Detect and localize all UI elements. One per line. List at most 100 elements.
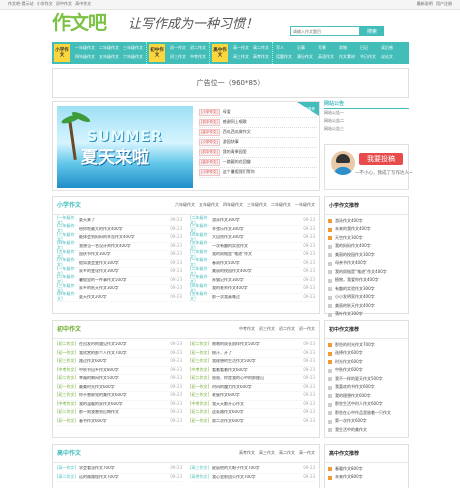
nav-item[interactable]: 满分作文 — [297, 53, 313, 62]
tab[interactable]: 二年级作文 — [271, 202, 291, 208]
ad-banner[interactable]: 广告位一（960*85） — [52, 68, 409, 98]
side-list-item[interactable]: 选择作文600字 — [328, 350, 405, 359]
latest-notice-link[interactable]: 最新说明 — [417, 1, 433, 6]
side-list-item[interactable]: 第一次作文600字 — [328, 418, 405, 427]
side-list-item[interactable]: 我生活中的美作文 — [328, 426, 405, 435]
side-item-title[interactable]: 我生活中的美作文 — [335, 427, 367, 433]
item-title[interactable]: 一次有趣的实验作文 — [212, 244, 301, 249]
side-list-item[interactable]: 美丽的校园作文300字 — [328, 251, 405, 260]
search-input[interactable] — [290, 26, 360, 36]
nav-item[interactable]: 初二作文 — [190, 44, 206, 53]
tab[interactable]: 五年级作文 — [199, 202, 219, 208]
list-item[interactable]: [初二作文] 在出发时的遇见作文500字 09-23 — [57, 341, 182, 350]
side-item-title[interactable]: 我不一样的夏天作文500字 — [335, 376, 383, 382]
notice-item[interactable]: 网站公告三 — [324, 125, 409, 133]
notice-item[interactable]: 网站公告一 — [324, 109, 409, 117]
nav-item[interactable]: 一年级作文 — [75, 44, 95, 53]
top-link-middle[interactable]: 初中作文 — [56, 1, 72, 6]
list-item[interactable]: [初二作文] 这条路作文600字 09-23 — [190, 409, 315, 418]
list-item[interactable]: [中考作文] 我的温暖的家作文600字 09-23 — [57, 401, 182, 409]
list-item[interactable]: [中考作文] 看着看着作文600字 09-23 — [190, 367, 315, 375]
side-list-item[interactable]: 那些在心中作品里放着一只作文 — [328, 409, 405, 418]
item-title[interactable]: 老屋作文600字 — [212, 393, 301, 398]
list-item[interactable]: [高考作文] 我心里那团火作文700字 09-23 — [190, 474, 315, 482]
summer-banner-image[interactable]: SUMMER 夏天来啦 — [57, 106, 193, 188]
list-item[interactable]: [初一作文] 最美时光作文600字 09-23 — [57, 384, 182, 392]
tab[interactable]: 初一作文 — [299, 326, 315, 332]
side-item-title[interactable]: 选择作文600字 — [335, 351, 363, 356]
item-title[interactable]: 国庆节作文300字 — [79, 252, 168, 257]
side-list-item[interactable]: 美丽的秋天作文400字 — [328, 302, 405, 311]
list-item[interactable]: [初一作文] 擦汗，开了 09-23 — [190, 350, 315, 358]
side-list-item[interactable]: 未来作文800字 — [328, 474, 405, 483]
side-item-title[interactable]: 有趣的实验作文300字 — [335, 286, 375, 292]
item-title[interactable]: 嗯嗯的成长陪伴作文500字 — [212, 342, 301, 347]
side-item-title[interactable]: 我的妈妈作文400字 — [335, 244, 371, 249]
item-title[interactable]: 春雨作文500字 — [212, 261, 301, 266]
item-title[interactable]: 夏天来了 — [79, 218, 168, 223]
nav-item[interactable]: 写人 — [276, 44, 292, 53]
search-button[interactable]: 搜索 — [360, 26, 384, 36]
nav-item[interactable]: 高三作文 — [233, 53, 249, 62]
tab[interactable]: 三年级作文 — [247, 202, 267, 208]
item-title[interactable]: 暑假里的一件事作文500字 — [79, 278, 168, 283]
item-title[interactable]: 感谢同上唱歌 — [223, 119, 247, 125]
side-item-title[interactable]: 母亲节作文400字 — [335, 261, 367, 266]
tab[interactable]: 高考作文 — [239, 450, 255, 456]
notice-item[interactable]: 网站公告二 — [324, 117, 409, 125]
side-list-item[interactable]: 那些的时光作文700字 — [328, 341, 405, 350]
list-item[interactable]: [初一作文] 春节作文600字 09-23 — [57, 418, 182, 426]
item-title[interactable]: 最美时光作文600字 — [79, 385, 168, 390]
nav-item[interactable]: 三年级作文 — [123, 44, 143, 53]
side-item-title[interactable]: 春暖作文800字 — [335, 466, 363, 472]
top-link-primary[interactable]: 小学作文 — [37, 1, 53, 6]
item-title[interactable]: 我欣赏的那个人作文700字 — [79, 351, 168, 356]
site-logo[interactable]: 作文吧 — [52, 12, 107, 35]
side-list-item[interactable]: 小小发明家作文400字 — [328, 294, 405, 303]
nav-item[interactable]: 节日作文 — [360, 53, 376, 62]
side-item-title[interactable]: 中秋作文600字 — [335, 368, 363, 373]
item-title[interactable]: 爸爸、你是我的心中的那座山 — [212, 376, 301, 381]
item-title[interactable]: 我的老师作文400字 — [212, 286, 301, 291]
item-title[interactable]: 中秋节回乡作文800字 — [79, 368, 168, 373]
list-item[interactable]: [小学作文] 这个暑假我们等你 — [199, 168, 317, 178]
side-item-title[interactable]: 游泳作文400字 — [335, 218, 363, 224]
list-item[interactable]: [高一作文] 学会看淡作文700字 09-23 — [57, 465, 182, 474]
nav-primary-label[interactable]: 小学作文 — [54, 44, 70, 62]
item-title[interactable]: 辛弦乐作文300字 — [212, 227, 301, 232]
list-item[interactable]: [初一作文] 我欣赏的那个人作文700字 09-23 — [57, 350, 182, 358]
item-title[interactable]: 我心里那团火作文700字 — [212, 475, 301, 480]
item-title[interactable]: 远的像路程作文700字 — [79, 475, 168, 480]
nav-item[interactable]: 日记 — [360, 44, 376, 53]
tab[interactable]: 初二作文 — [279, 326, 295, 332]
item-title[interactable]: 我的青果园里 — [223, 149, 247, 155]
nav-item[interactable]: 二年级作文 — [99, 44, 119, 53]
side-item-title[interactable]: 天空作文300字 — [335, 235, 363, 241]
side-item-title[interactable]: 我的理想作文600字 — [335, 393, 371, 399]
list-item[interactable]: [初二作文] 那一刻我感到后悔作文 09-23 — [57, 409, 182, 418]
tab[interactable]: 六年级作文 — [175, 202, 195, 208]
list-item[interactable]: [初三作文] 路过作文600字 09-23 — [57, 358, 182, 367]
register-link[interactable]: 用户注册 — [436, 1, 452, 6]
item-title[interactable]: 我想当一名设计师作文400字 — [79, 244, 168, 249]
list-item[interactable]: [小学作文] 游园快事 — [199, 138, 317, 148]
side-item-title[interactable]: 第一次作文600字 — [335, 419, 367, 424]
side-list-item[interactable]: 母亲节作文400字 — [328, 260, 405, 269]
item-title[interactable]: 在出发时的遇见作文500字 — [79, 342, 168, 347]
side-item-title[interactable]: 落叶作文300字 — [335, 312, 363, 317]
nav-item[interactable]: 高一作文 — [233, 44, 249, 53]
tab[interactable]: 中考作文 — [239, 326, 255, 332]
nav-item[interactable]: 读后感 — [381, 44, 393, 53]
item-title[interactable]: 那一刻我感到后悔作文 — [79, 410, 168, 415]
submit-button[interactable]: 我要投稿 — [359, 153, 403, 165]
side-item-title[interactable]: 那些的时光作文700字 — [335, 342, 375, 348]
top-link-high[interactable]: 高中作文 — [75, 1, 91, 6]
side-item-title[interactable]: 未来的我作文400字 — [335, 227, 371, 232]
item-title[interactable]: 时间的魔力作文600字 — [212, 385, 301, 390]
nav-item[interactable]: 初三作文 — [170, 53, 186, 62]
list-item[interactable]: [初三作文] 老屋作文600字 09-23 — [190, 392, 315, 401]
item-title[interactable]: 路过作文600字 — [79, 359, 168, 364]
list-item[interactable]: [高中作文] 一路瓤的花团瓣 — [199, 158, 317, 168]
item-title[interactable]: 你不曾察觉的美作文600字 — [79, 393, 168, 398]
nav-middle-label[interactable]: 初中作文 — [149, 44, 165, 62]
